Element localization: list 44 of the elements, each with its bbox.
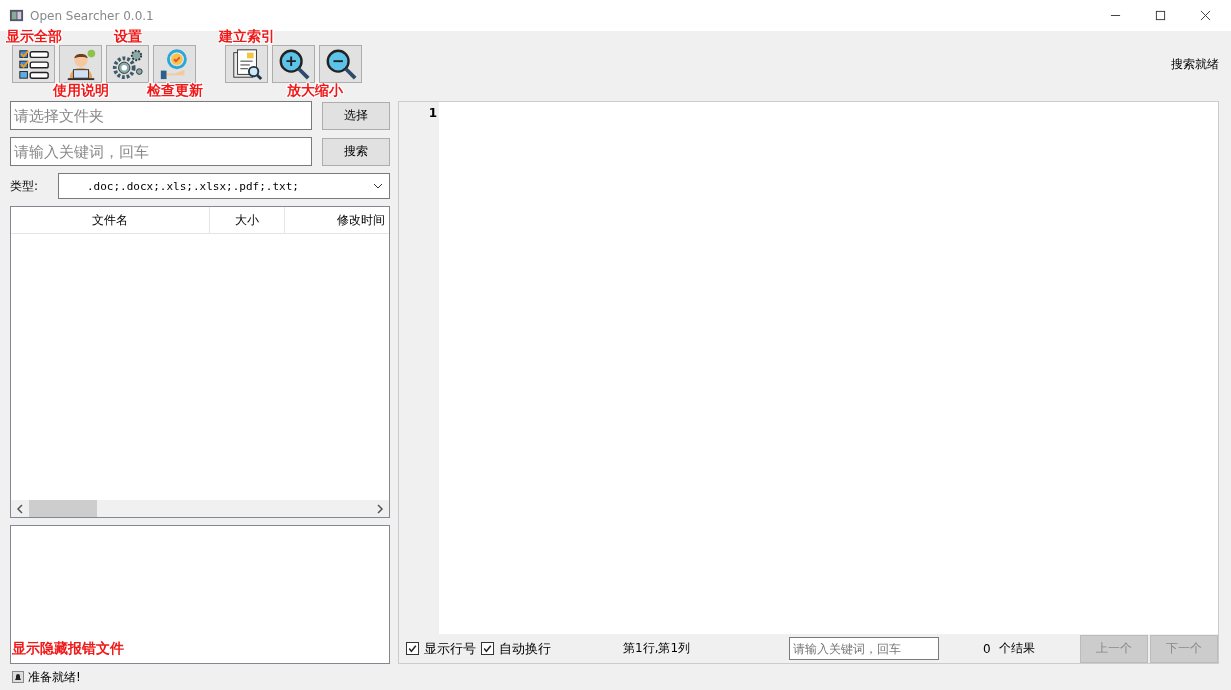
cursor-position: 第1行,第1列: [623, 640, 692, 657]
window-title: Open Searcher 0.0.1: [30, 8, 154, 23]
toolbar-button[interactable]: [225, 45, 268, 83]
annotation-label: 检查更新: [146, 82, 203, 100]
checkbox[interactable]: 显示行号: [406, 639, 476, 658]
check-icon: [482, 643, 493, 654]
choose-button[interactable]: 选择: [322, 101, 390, 130]
status-text: 准备就绪!: [28, 668, 81, 686]
toolbar-button[interactable]: [59, 45, 102, 83]
keyword-field[interactable]: 请输入关键词，回车: [10, 137, 312, 166]
annotation-label: 放大缩小: [287, 82, 343, 100]
chevron-down-icon: [373, 183, 383, 189]
annotation-label: 设置: [113, 28, 142, 46]
scroll-right-icon[interactable]: [376, 503, 384, 514]
checklist-icon: [16, 47, 51, 81]
annotation-label: 使用说明: [52, 82, 109, 100]
column-header[interactable]: 文件名: [11, 207, 210, 233]
app-icon: [9, 8, 24, 23]
search-button[interactable]: 搜索: [322, 137, 390, 166]
status-text: 搜索就绪: [1171, 55, 1219, 73]
annotation-label: 显示全部: [5, 28, 62, 46]
column-header[interactable]: 大小: [210, 207, 285, 233]
annotation-label: 建立索引: [218, 28, 275, 46]
annotation-label: 显示隐藏报错文件: [12, 640, 124, 658]
folder-field[interactable]: 请选择文件夹: [10, 101, 312, 130]
check-icon: [407, 643, 418, 654]
gears-icon: [110, 47, 145, 81]
toolbar-button[interactable]: [319, 45, 362, 83]
type-label: 类型:: [10, 177, 40, 195]
maximize-icon[interactable]: [1155, 10, 1166, 21]
close-icon[interactable]: [1200, 10, 1211, 21]
scroll-left-icon[interactable]: [16, 503, 24, 514]
bell-icon: [12, 671, 24, 683]
column-header[interactable]: 修改时间: [285, 207, 389, 233]
result-label: 个结果: [998, 640, 1035, 657]
find-field[interactable]: 请输入关键词，回车: [789, 637, 939, 660]
toolbar-button[interactable]: [12, 45, 55, 83]
horizontal-scrollbar[interactable]: [11, 500, 389, 517]
line-number: 1: [428, 106, 438, 120]
checkbox[interactable]: 自动换行: [481, 639, 551, 658]
scroll-thumb[interactable]: [29, 500, 97, 517]
type-dropdown[interactable]: .doc;.docx;.xls;.xlsx;.pdf;.txt;: [58, 173, 390, 199]
result-count: 0: [983, 641, 991, 656]
toolbar-button[interactable]: [272, 45, 315, 83]
